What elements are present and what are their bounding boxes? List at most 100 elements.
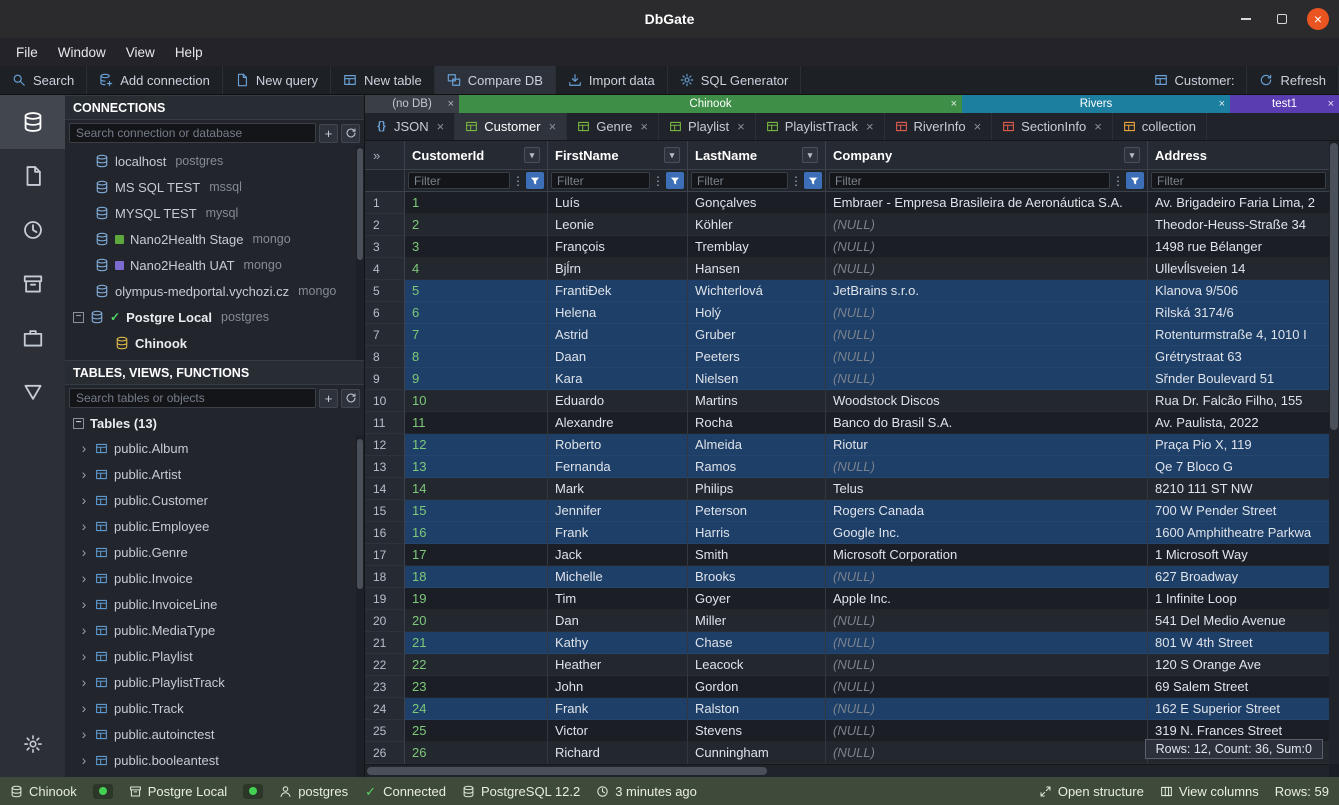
filter-menu-icon[interactable]: ⋮ <box>512 174 524 188</box>
row-number[interactable]: 4 <box>365 258 405 280</box>
cell[interactable]: Qe 7 Bloco G <box>1148 456 1329 478</box>
cell[interactable]: Holý <box>688 302 826 324</box>
cell[interactable]: Philips <box>688 478 826 500</box>
connection-item-mysql-test[interactable]: MYSQL TESTmysql <box>65 200 364 226</box>
connection-item-ms-sql-test[interactable]: MS SQL TESTmssql <box>65 174 364 200</box>
filter-menu-icon[interactable]: ⋮ <box>790 174 802 188</box>
chevron-right-icon[interactable]: › <box>79 701 89 715</box>
tab-collection[interactable]: collection <box>1113 113 1207 140</box>
activity-files[interactable] <box>0 149 65 203</box>
chevron-right-icon[interactable]: › <box>79 649 89 663</box>
table-item-public-album[interactable]: ›public.Album <box>65 435 364 461</box>
filter-input-address[interactable] <box>1151 172 1326 189</box>
cell[interactable]: (NULL) <box>826 236 1148 258</box>
tab-group-close-icon[interactable]: × <box>951 98 957 110</box>
cell[interactable]: Gruber <box>688 324 826 346</box>
row-number[interactable]: 24 <box>365 698 405 720</box>
chevron-right-icon[interactable]: › <box>79 727 89 741</box>
activity-settings[interactable] <box>0 717 65 771</box>
row-number[interactable]: 26 <box>365 742 405 764</box>
toolbar-button-sql-generator[interactable]: SQL Generator <box>668 66 802 94</box>
cell[interactable]: Microsoft Corporation <box>826 544 1148 566</box>
cell[interactable]: Google Inc. <box>826 522 1148 544</box>
table-row[interactable]: 88DaanPeeters(NULL)Grétrystraat 63 <box>365 346 1329 368</box>
chevron-right-icon[interactable]: › <box>79 597 89 611</box>
chevron-right-icon[interactable]: › <box>79 493 89 507</box>
cell[interactable]: Rotenturmstraße 4, 1010 I <box>1148 324 1329 346</box>
row-number[interactable]: 1 <box>365 192 405 214</box>
cell[interactable]: 22 <box>405 654 548 676</box>
cell[interactable]: Leonie <box>548 214 688 236</box>
cell[interactable]: Rogers Canada <box>826 500 1148 522</box>
row-number[interactable]: 8 <box>365 346 405 368</box>
column-dropdown-icon[interactable]: ▾ <box>664 147 680 163</box>
table-row[interactable]: 2222HeatherLeacock(NULL)120 S Orange Ave <box>365 654 1329 676</box>
row-number[interactable]: 13 <box>365 456 405 478</box>
row-number[interactable]: 15 <box>365 500 405 522</box>
table-row[interactable]: 2323JohnGordon(NULL)69 Salem Street <box>365 676 1329 698</box>
cell[interactable]: Helena <box>548 302 688 324</box>
cell[interactable]: 7 <box>405 324 548 346</box>
cell[interactable]: Martins <box>688 390 826 412</box>
row-number[interactable]: 14 <box>365 478 405 500</box>
vertical-scrollbar[interactable] <box>1329 141 1339 764</box>
cell[interactable]: Astrid <box>548 324 688 346</box>
cell[interactable]: Woodstock Discos <box>826 390 1148 412</box>
filter-funnel-button[interactable] <box>666 172 684 189</box>
chevron-right-icon[interactable]: › <box>79 623 89 637</box>
column-dropdown-icon[interactable]: ▾ <box>524 147 540 163</box>
cell[interactable]: Rua Dr. Falcão Filho, 155 <box>1148 390 1329 412</box>
horizontal-scrollbar-thumb[interactable] <box>367 767 767 775</box>
cell[interactable]: 162 E Superior Street <box>1148 698 1329 720</box>
connection-item-postgre-local[interactable]: −✓Postgre Localpostgres <box>65 304 364 330</box>
filter-funnel-button[interactable] <box>804 172 822 189</box>
row-number[interactable]: 7 <box>365 324 405 346</box>
cell[interactable]: 4 <box>405 258 548 280</box>
cell[interactable]: Fernanda <box>548 456 688 478</box>
tab-close-icon[interactable]: × <box>549 119 557 134</box>
table-row[interactable]: 2020DanMiller(NULL)541 Del Medio Avenue <box>365 610 1329 632</box>
cell[interactable]: Cunningham <box>688 742 826 764</box>
row-number[interactable]: 19 <box>365 588 405 610</box>
cell[interactable]: Jack <box>548 544 688 566</box>
cell[interactable]: 9 <box>405 368 548 390</box>
cell[interactable]: Leacock <box>688 654 826 676</box>
table-item-public-booleantest[interactable]: ›public.booleantest <box>65 747 364 773</box>
cell[interactable]: (NULL) <box>826 632 1148 654</box>
cell[interactable]: Frank <box>548 522 688 544</box>
row-number[interactable]: 3 <box>365 236 405 258</box>
cell[interactable]: 1600 Amphitheatre Parkwa <box>1148 522 1329 544</box>
connection-item-olympus-medportal-vychozi-cz[interactable]: olympus-medportal.vychozi.czmongo <box>65 278 364 304</box>
cell[interactable]: Kathy <box>548 632 688 654</box>
toolbar-button-refresh[interactable]: Refresh <box>1247 66 1339 94</box>
tab-riverinfo[interactable]: RiverInfo× <box>885 113 993 140</box>
cell[interactable]: Jennifer <box>548 500 688 522</box>
cell[interactable]: FrantiĐek <box>548 280 688 302</box>
tab-sectioninfo[interactable]: SectionInfo× <box>992 113 1113 140</box>
column-header-company[interactable]: Company▾ <box>826 141 1148 169</box>
table-row[interactable]: 1010EduardoMartinsWoodstock DiscosRua Dr… <box>365 390 1329 412</box>
row-number[interactable]: 25 <box>365 720 405 742</box>
filter-menu-icon[interactable]: ⋮ <box>1112 174 1124 188</box>
tab-close-icon[interactable]: × <box>640 119 648 134</box>
cell[interactable]: (NULL) <box>826 346 1148 368</box>
menu-file[interactable]: File <box>6 42 48 63</box>
column-dropdown-icon[interactable]: ▾ <box>1124 147 1140 163</box>
cell[interactable]: Dan <box>548 610 688 632</box>
cell[interactable]: Michelle <box>548 566 688 588</box>
cell[interactable]: 13 <box>405 456 548 478</box>
cell[interactable]: Kara <box>548 368 688 390</box>
maximize-button[interactable] <box>1271 8 1293 30</box>
tab-group-close-icon[interactable]: × <box>1219 98 1225 110</box>
chevron-right-icon[interactable]: › <box>79 467 89 481</box>
horizontal-scrollbar[interactable] <box>365 764 1329 777</box>
cell[interactable]: 1 Microsoft Way <box>1148 544 1329 566</box>
cell[interactable]: 69 Salem Street <box>1148 676 1329 698</box>
cell[interactable]: 12 <box>405 434 548 456</box>
toolbar-button-add-connection[interactable]: Add connection <box>87 66 223 94</box>
cell[interactable]: Tim <box>548 588 688 610</box>
table-item-public-customer[interactable]: ›public.Customer <box>65 487 364 513</box>
collapse-icon[interactable]: − <box>73 312 84 323</box>
cell[interactable]: Rocha <box>688 412 826 434</box>
row-number[interactable]: 6 <box>365 302 405 324</box>
